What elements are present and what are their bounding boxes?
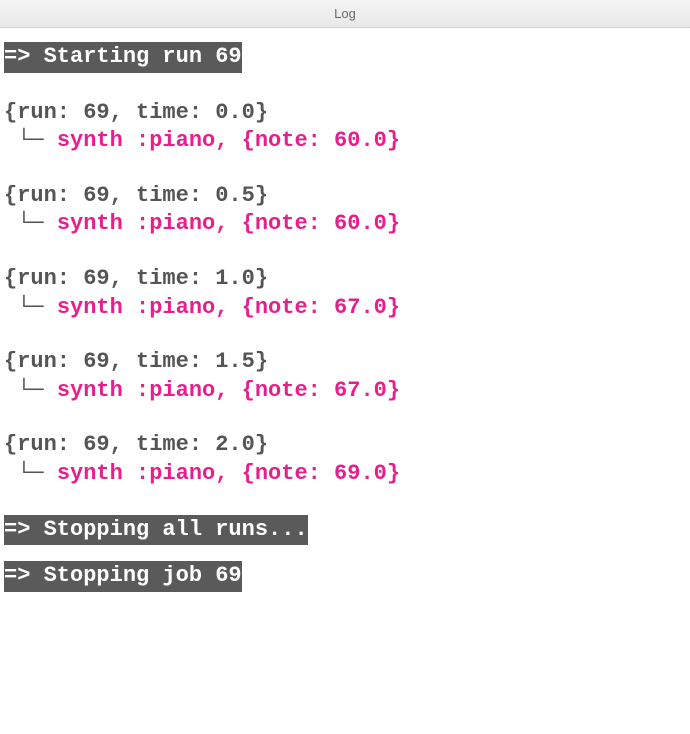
window-titlebar: Log	[0, 0, 690, 28]
log-event: {run: 69, time: 1.0} └─ synth :piano, {n…	[4, 265, 690, 322]
log-event: {run: 69, time: 0.5} └─ synth :piano, {n…	[4, 182, 690, 239]
synth-call: synth :piano, {note: 60.0}	[57, 211, 400, 236]
tree-branch-icon: └─	[4, 211, 57, 236]
tree-branch-icon: └─	[4, 295, 57, 320]
log-event: {run: 69, time: 2.0} └─ synth :piano, {n…	[4, 431, 690, 488]
synth-call: synth :piano, {note: 69.0}	[57, 461, 400, 486]
event-detail: └─ synth :piano, {note: 60.0}	[4, 127, 690, 156]
log-body: => Starting run 69 {run: 69, time: 0.0} …	[0, 42, 690, 592]
synth-call: synth :piano, {note: 60.0}	[57, 128, 400, 153]
log-banner-stop-job: => Stopping job 69	[4, 561, 690, 592]
log-banner-start: => Starting run 69	[4, 42, 690, 73]
window-title: Log	[334, 6, 356, 21]
event-header: {run: 69, time: 1.0}	[4, 265, 690, 294]
tree-branch-icon: └─	[4, 378, 57, 403]
tree-branch-icon: └─	[4, 128, 57, 153]
synth-call: synth :piano, {note: 67.0}	[57, 378, 400, 403]
synth-call: synth :piano, {note: 67.0}	[57, 295, 400, 320]
log-event: {run: 69, time: 1.5} └─ synth :piano, {n…	[4, 348, 690, 405]
event-header: {run: 69, time: 0.5}	[4, 182, 690, 211]
event-detail: └─ synth :piano, {note: 67.0}	[4, 377, 690, 406]
log-banner-stop-all: => Stopping all runs...	[4, 515, 690, 546]
event-detail: └─ synth :piano, {note: 60.0}	[4, 210, 690, 239]
banner-text: => Stopping job 69	[4, 561, 242, 592]
event-detail: └─ synth :piano, {note: 69.0}	[4, 460, 690, 489]
banner-text: => Starting run 69	[4, 42, 242, 73]
log-event: {run: 69, time: 0.0} └─ synth :piano, {n…	[4, 99, 690, 156]
banner-text: => Stopping all runs...	[4, 515, 308, 546]
event-detail: └─ synth :piano, {note: 67.0}	[4, 294, 690, 323]
tree-branch-icon: └─	[4, 461, 57, 486]
event-header: {run: 69, time: 2.0}	[4, 431, 690, 460]
event-header: {run: 69, time: 0.0}	[4, 99, 690, 128]
event-header: {run: 69, time: 1.5}	[4, 348, 690, 377]
